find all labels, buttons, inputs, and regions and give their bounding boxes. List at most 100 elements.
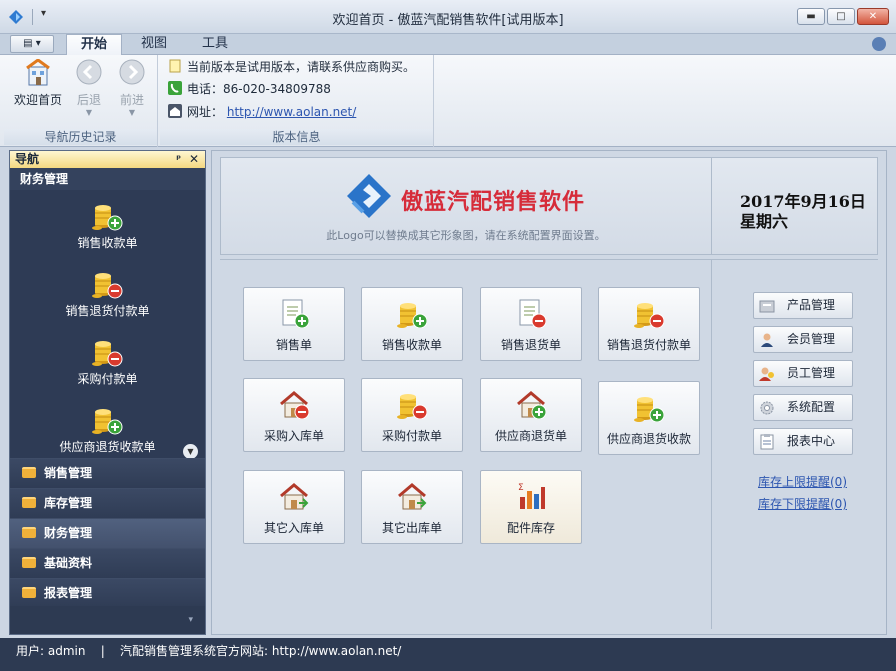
help-icon[interactable] (872, 37, 886, 51)
stock-upper-limit-alert-link[interactable]: 库存上限提醒(0) (758, 473, 847, 490)
website-info: 网址： http://www.aolan.net/ (168, 102, 356, 122)
note-icon (169, 59, 181, 73)
product-management-button[interactable]: 产品管理 (753, 292, 853, 319)
tile-purchase-payment[interactable]: 采购付款单 (361, 378, 463, 452)
coins-minus-icon (91, 272, 122, 299)
window-title: 欢迎首页 - 傲蓝汽配销售软件[试用版本] (332, 13, 564, 28)
house-out-icon (397, 483, 427, 511)
nav-category-sales[interactable]: 销售管理 (10, 458, 205, 488)
phone-info: 电话：86-020-34809788 (168, 79, 331, 99)
nav-item-supplier-return-receipt[interactable]: 供应商退货收款单 (10, 404, 205, 455)
tile-sales-order[interactable]: 销售单 (243, 287, 345, 361)
tile-other-inbound[interactable]: 其它入库单 (243, 470, 345, 544)
tile-sales-return-payment[interactable]: 销售退货付款单 (598, 287, 700, 361)
house-in-icon (279, 483, 309, 511)
back-button[interactable]: 后退 ▼ (67, 59, 111, 117)
tile-supplier-return-receipt[interactable]: 供应商退货收款 (598, 381, 700, 455)
tile-purchase-inbound[interactable]: 采购入库单 (243, 378, 345, 452)
app-menu-button[interactable]: ▤ ▾ (10, 35, 54, 53)
minimize-button[interactable]: ▬ (797, 8, 825, 25)
house-icon (168, 104, 182, 118)
tab-start[interactable]: 开始 (66, 34, 123, 56)
svg-text:Σ: Σ (518, 483, 524, 493)
coins-minus-icon (91, 340, 122, 367)
tile-other-outbound[interactable]: 其它出库单 (361, 470, 463, 544)
title-bar: ▾ 欢迎首页 - 傲蓝汽配销售软件[试用版本] ▬ □ ✕ (0, 0, 896, 34)
company-logo-icon (347, 174, 391, 218)
nav-options-button[interactable]: ▾ (10, 606, 205, 634)
close-panel-icon[interactable]: ✕ (189, 151, 199, 168)
version-group-label: 版本信息 (160, 129, 433, 145)
system-config-button[interactable]: 系统配置 (753, 394, 853, 421)
welcome-page: 傲蓝汽配销售软件 此Logo可以替换成其它形象图，请在系统配置界面设置。 201… (211, 150, 887, 635)
forward-arrow-icon (119, 59, 145, 85)
current-date: 2017年9月16日 (740, 192, 866, 211)
ribbon-group-nav-history: 欢迎首页 后退 ▼ 前进 ▼ 导航历史记录 (4, 55, 158, 147)
nav-category-inventory[interactable]: 库存管理 (10, 488, 205, 518)
product-icon (759, 300, 775, 313)
coins-plus-icon (397, 302, 427, 328)
member-icon (761, 333, 773, 347)
folder-icon (22, 587, 36, 598)
nav-history-group-label: 导航历史记录 (4, 129, 157, 145)
document-minus-icon (519, 299, 546, 328)
nav-item-sales-receipt[interactable]: 销售收款单 (10, 200, 205, 251)
coins-minus-icon (397, 393, 427, 419)
house-plus-icon (516, 391, 546, 419)
report-center-button[interactable]: 报表中心 (753, 428, 853, 455)
folder-icon (22, 527, 36, 538)
forward-button[interactable]: 前进 ▼ (110, 59, 154, 117)
folder-icon (22, 467, 36, 478)
nav-category-finance[interactable]: 财务管理 (10, 518, 205, 548)
folder-icon (22, 557, 36, 568)
home-page-button[interactable]: 欢迎首页 (12, 59, 64, 108)
staff-icon (759, 367, 774, 381)
home-page-icon (26, 59, 50, 86)
navigation-panel-header: 导航 ᵖ ✕ (10, 151, 205, 168)
tile-sales-receipt[interactable]: 销售收款单 (361, 287, 463, 361)
date-panel: 2017年9月16日 星期六 (712, 157, 878, 255)
maximize-button[interactable]: □ (827, 8, 855, 25)
nav-item-sales-return-payment[interactable]: 销售退货付款单 (10, 268, 205, 319)
settings-icon (760, 401, 774, 415)
ribbon: 欢迎首页 后退 ▼ 前进 ▼ 导航历史记录 当前版本是试用版本，请联系供应商购买… (0, 55, 896, 147)
tile-supplier-return[interactable]: 供应商退货单 (480, 378, 582, 452)
nav-category-basic-data[interactable]: 基础资料 (10, 548, 205, 578)
staff-management-button[interactable]: 员工管理 (753, 360, 853, 387)
nav-category-reports[interactable]: 报表管理 (10, 578, 205, 608)
logo-note: 此Logo可以替换成其它形象图，请在系统配置界面设置。 (326, 229, 606, 242)
side-panel: 产品管理 会员管理 员工管理 系统配置 报表中心 库存上限提醒(0) 库存下限提… (712, 259, 878, 629)
ribbon-tab-bar: ▤ ▾ 开始 视图 工具 (0, 34, 896, 56)
tile-sales-return[interactable]: 销售退货单 (480, 287, 582, 361)
pin-icon[interactable]: ᵖ (176, 151, 181, 168)
member-management-button[interactable]: 会员管理 (753, 326, 853, 353)
logo-text: 傲蓝汽配销售软件 (401, 190, 586, 215)
folder-icon (22, 497, 36, 508)
house-minus-icon (279, 391, 309, 419)
nav-item-purchase-payment[interactable]: 采购付款单 (10, 336, 205, 387)
tile-parts-inventory[interactable]: Σ 配件库存 (480, 470, 582, 544)
stock-lower-limit-alert-link[interactable]: 库存下限提醒(0) (758, 495, 847, 512)
nav-item-list: 销售收款单 销售退货付款单 采购付款单 供应商退货收款单 ▼ (10, 190, 205, 458)
website-link[interactable]: http://www.aolan.net/ (227, 105, 356, 119)
logo-banner: 傲蓝汽配销售软件 此Logo可以替换成其它形象图，请在系统配置界面设置。 (220, 157, 712, 255)
tab-view[interactable]: 视图 (127, 34, 181, 55)
bar-chart-icon: Σ (518, 483, 545, 509)
current-group-title: 财务管理 (10, 168, 205, 190)
navigation-panel: 导航 ᵖ ✕ 财务管理 销售收款单 销售退货付款单 采购付款单 供应商退货收款单… (9, 150, 206, 635)
current-weekday: 星期六 (740, 212, 789, 231)
trial-notice: 当前版本是试用版本，请联系供应商购买。 (168, 57, 415, 77)
status-bar: 用户: admin | 汽配销售管理系统官方网站: http://www.aol… (0, 638, 896, 671)
document-plus-icon (282, 299, 309, 328)
back-arrow-icon (76, 59, 102, 85)
coins-minus-icon (634, 302, 664, 328)
coins-plus-icon (634, 396, 664, 422)
shortcut-area: 销售单 销售收款单 销售退货单 销售退货付款单 采购入库单 采购付款单 供应商退… (220, 259, 712, 629)
coins-plus-icon (91, 204, 122, 231)
tab-tools[interactable]: 工具 (188, 34, 242, 55)
phone-icon (168, 81, 182, 95)
report-icon (760, 434, 774, 450)
scroll-down-icon[interactable]: ▼ (183, 444, 198, 458)
close-button[interactable]: ✕ (857, 8, 889, 25)
ribbon-group-version-info: 当前版本是试用版本，请联系供应商购买。 电话：86-020-34809788 网… (160, 55, 434, 147)
